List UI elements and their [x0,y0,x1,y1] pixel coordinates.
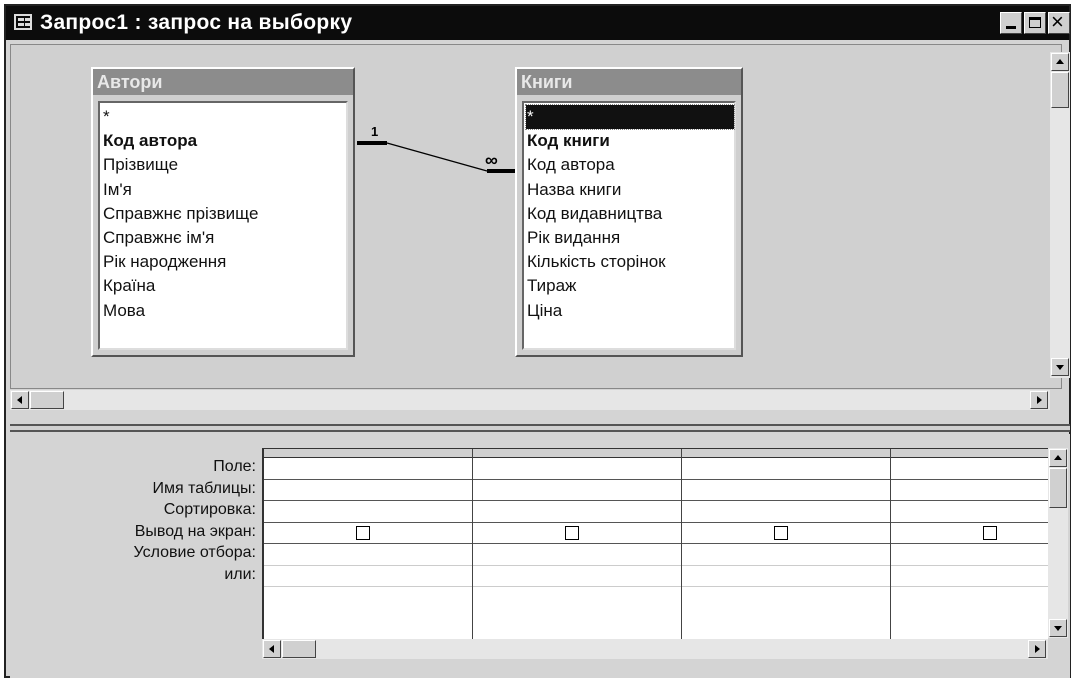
scroll-down-icon[interactable] [1051,358,1069,376]
row-label-field: Поле: [213,458,256,475]
table-authors-field-list[interactable]: * Код автора Прізвище Ім'я Справжнє пріз… [98,101,348,350]
scroll-down-icon[interactable] [1049,619,1067,637]
cell-table[interactable] [473,480,681,501]
cell-or[interactable] [473,566,681,587]
cell-or[interactable] [891,566,1048,587]
cell-or[interactable] [264,566,472,587]
field-item[interactable]: Рік видання [526,226,734,250]
grid-column [682,449,891,639]
scrollbar-thumb[interactable] [30,391,64,409]
upper-vertical-scrollbar[interactable] [1050,52,1070,378]
relationship-many-label: ∞ [485,150,498,170]
row-label-or: или: [224,565,256,583]
cell-sort[interactable] [682,501,890,523]
design-grid [262,448,1048,639]
grid-column [891,449,1048,639]
field-item[interactable]: Кількість сторінок [526,250,734,274]
maximize-icon[interactable] [1024,12,1046,34]
row-label-criteria: Условие отбора: [133,544,256,561]
design-grid-pane: Поле: Имя таблицы: Сортировка: Вывод на … [10,434,1070,678]
field-item[interactable]: Країна [102,274,346,298]
scrollbar-thumb[interactable] [1049,468,1067,508]
scrollbar-thumb[interactable] [1051,72,1069,108]
cell-table[interactable] [891,480,1048,501]
field-item-key[interactable]: Код автора [102,129,346,153]
row-label-table: Имя таблицы: [152,479,256,497]
upper-horizontal-scrollbar[interactable] [10,390,1050,410]
scroll-left-icon[interactable] [11,391,29,409]
cell-or[interactable] [682,566,890,587]
column-selector[interactable] [264,449,472,458]
field-item[interactable]: Тираж [526,274,734,298]
row-label-show: Вывод на экран: [134,522,256,540]
show-checkbox[interactable] [983,525,997,540]
scroll-right-icon[interactable] [1028,640,1046,658]
table-authors-title[interactable]: Автори [93,69,353,95]
column-selector[interactable] [473,449,681,458]
cell-field[interactable] [473,458,681,480]
query-window: Запрос1 : запрос на выборку 1 ∞ Автори *… [4,4,1071,678]
table-authors[interactable]: Автори * Код автора Прізвище Ім'я Справж… [91,67,355,357]
cell-sort[interactable] [891,501,1048,523]
field-item-selected[interactable]: * [525,103,735,131]
show-checkbox[interactable] [565,525,579,540]
relationship-one-label: 1 [371,124,379,139]
lower-vertical-scrollbar[interactable] [1048,448,1068,638]
table-books[interactable]: Книги * Код книги Код автора Назва книги… [515,67,743,357]
field-item[interactable]: Справжнє прізвище [102,202,346,226]
table-books-title[interactable]: Книги [517,69,741,95]
scrollbar-thumb[interactable] [282,640,316,658]
field-item[interactable]: Ціна [526,299,734,323]
cell-sort[interactable] [473,501,681,523]
scroll-up-icon[interactable] [1051,53,1069,71]
cell-criteria[interactable] [473,544,681,566]
field-item[interactable]: Назва книги [526,178,734,202]
cell-criteria[interactable] [891,544,1048,566]
field-item[interactable]: Прізвище [102,153,346,177]
cell-field[interactable] [891,458,1048,480]
cell-field[interactable] [264,458,472,480]
field-item[interactable]: Справжнє ім'я [102,226,346,250]
cell-show [473,523,681,544]
field-item[interactable]: Мова [102,299,346,323]
grid-row-labels: Поле: Имя таблицы: Сортировка: Вывод на … [10,456,256,585]
scroll-right-icon[interactable] [1030,391,1048,409]
scroll-left-icon[interactable] [263,640,281,658]
column-selector[interactable] [682,449,890,458]
table-books-field-list[interactable]: * Код книги Код автора Назва книги Код в… [522,101,736,350]
cell-field[interactable] [682,458,890,480]
field-item[interactable]: Ім'я [102,178,346,202]
pane-splitter[interactable] [10,424,1070,432]
cell-table[interactable] [682,480,890,501]
cell-criteria[interactable] [682,544,890,566]
row-label-sort: Сортировка: [163,501,256,518]
cell-show [682,523,890,544]
show-checkbox[interactable] [774,525,788,540]
title-bar: Запрос1 : запрос на выборку [6,6,1070,40]
scroll-up-icon[interactable] [1049,449,1067,467]
grid-column [473,449,682,639]
grid-column [264,449,473,639]
cell-criteria[interactable] [264,544,472,566]
show-checkbox[interactable] [356,525,370,540]
table-pane: 1 ∞ Автори * Код автора Прізвище Ім'я Сп… [10,44,1062,389]
column-selector[interactable] [891,449,1048,458]
lower-horizontal-scrollbar[interactable] [262,639,1048,659]
minimize-icon[interactable] [1000,12,1022,34]
window-title: Запрос1 : запрос на выборку [40,11,353,34]
cell-show [891,523,1048,544]
close-icon[interactable] [1048,9,1070,35]
field-item-key[interactable]: Код книги [526,129,734,153]
cell-sort[interactable] [264,501,472,523]
cell-show [264,523,472,544]
query-icon[interactable] [14,14,32,30]
field-item[interactable]: Рік народження [102,250,346,274]
field-item[interactable]: * [102,105,346,129]
field-item[interactable]: Код видавництва [526,202,734,226]
field-item[interactable]: Код автора [526,153,734,177]
cell-table[interactable] [264,480,472,501]
